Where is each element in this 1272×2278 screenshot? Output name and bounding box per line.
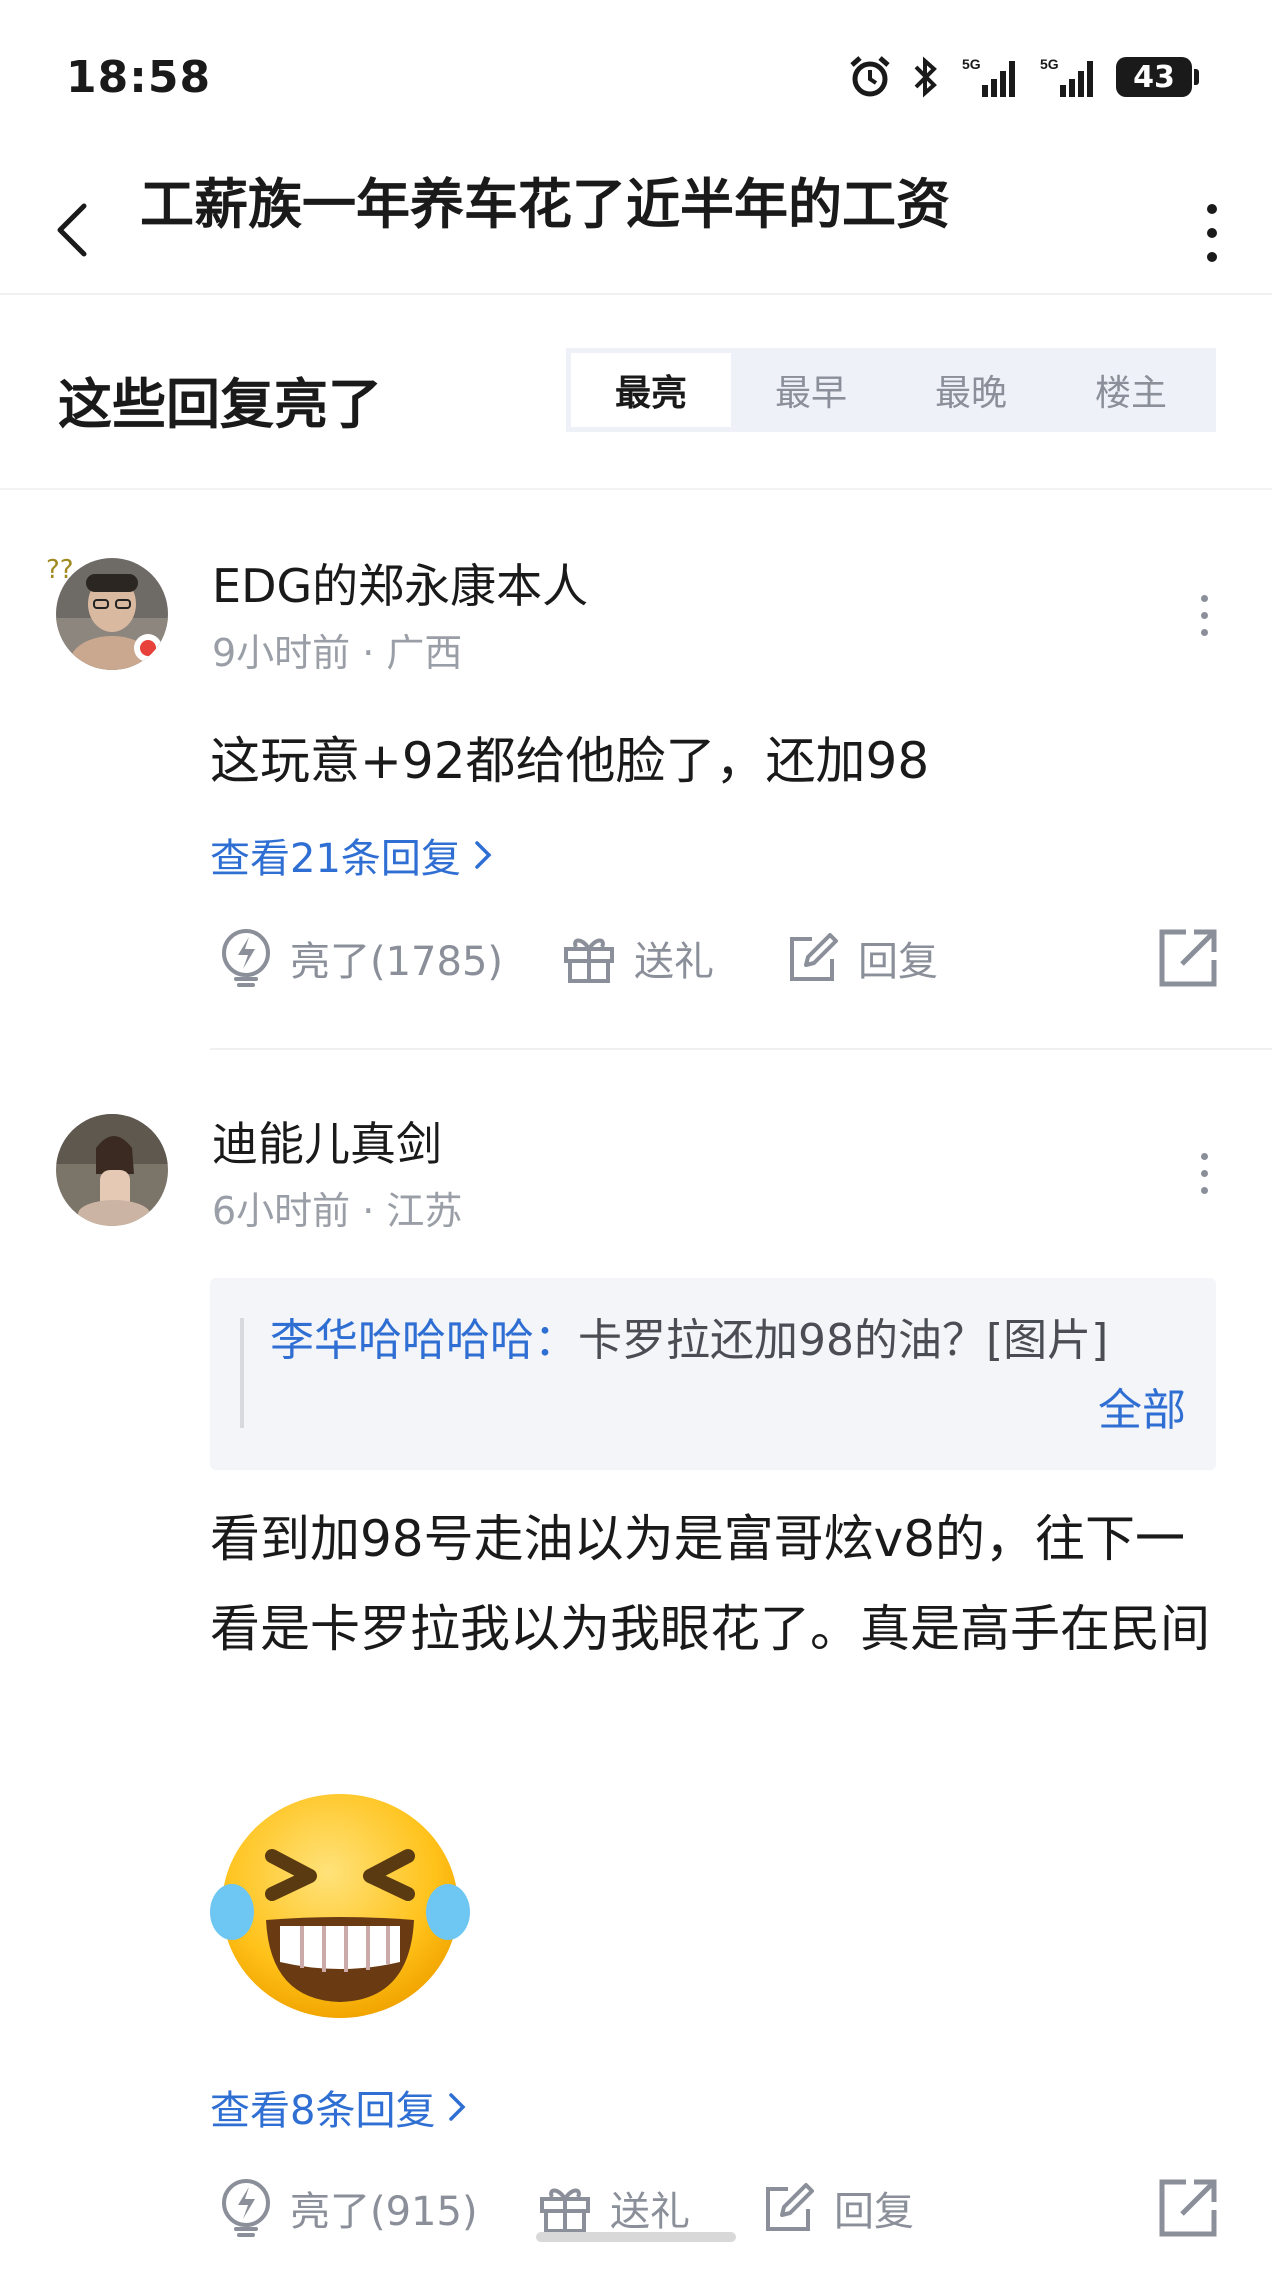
- alarm-icon: [850, 56, 890, 97]
- page-title: 工薪族一年养车花了近半年的工资: [140, 173, 950, 236]
- chevron-right-icon: [475, 841, 492, 869]
- username[interactable]: 迪能儿真剑: [212, 1108, 442, 1174]
- lightning-bulb-icon: [222, 2179, 270, 2237]
- reply-label: 回复: [858, 939, 938, 985]
- gift-icon: [540, 2188, 590, 2233]
- comment-content: 这玩意+92都给他脸了，还加98: [210, 732, 930, 790]
- bluetooth-icon: [914, 56, 937, 98]
- tab-op-only[interactable]: 楼主: [1051, 353, 1211, 427]
- view-replies-link[interactable]: 查看21条回复: [210, 826, 495, 884]
- section-title: 这些回复亮了: [58, 373, 382, 436]
- edit-icon: [766, 2183, 814, 2231]
- dot-icon: [1200, 628, 1208, 636]
- tab-earliest[interactable]: 最早: [731, 353, 891, 427]
- like-button[interactable]: 亮了(915): [218, 2168, 478, 2248]
- reply-label: 回复: [834, 2189, 914, 2235]
- quoted-reply[interactable]: 李华哈哈哈哈：卡罗拉还加98的油？[图片] 全部: [210, 1278, 1216, 1470]
- dot-icon: [1200, 1186, 1208, 1194]
- share-icon[interactable]: [1156, 2176, 1220, 2240]
- gift-button[interactable]: 送礼: [560, 918, 714, 998]
- comment-more-button[interactable]: [1184, 575, 1224, 655]
- view-replies-label: 查看21条回复: [210, 836, 461, 882]
- network-label-1: 5G: [962, 56, 981, 72]
- back-button[interactable]: [40, 190, 110, 270]
- edit-icon: [790, 933, 838, 981]
- tab-brightest[interactable]: 最亮: [571, 353, 731, 427]
- view-replies-link[interactable]: 查看8条回复: [210, 2078, 469, 2136]
- signal-icon-1: 5G: [962, 56, 1015, 97]
- comment-more-button[interactable]: [1184, 1133, 1224, 1213]
- comment-content: 看到加98号走油以为是富哥炫v8的，往下一看是卡罗拉我以为我眼花了。真是高手在民…: [210, 1510, 1210, 1658]
- status-icons: 5G 5G 43: [848, 52, 1199, 102]
- quote-bar: [240, 1318, 244, 1428]
- username[interactable]: EDG的郑永康本人: [212, 550, 588, 616]
- gift-icon: [564, 938, 614, 983]
- reply-button[interactable]: 回复: [784, 918, 938, 998]
- avatar[interactable]: [56, 1114, 168, 1226]
- svg-text:??: ??: [46, 555, 74, 585]
- dot-icon: [1207, 203, 1217, 214]
- home-indicator[interactable]: [536, 2232, 736, 2242]
- chevron-left-icon: [57, 203, 87, 257]
- network-label-2: 5G: [1040, 56, 1059, 72]
- view-replies-label: 查看8条回复: [210, 2088, 436, 2134]
- quote-text: 李华哈哈哈哈：卡罗拉还加98的油？[图片]: [270, 1306, 1180, 1376]
- comment-actions: 亮了(1785) 送礼 回复: [210, 918, 1220, 998]
- like-label: 亮了(1785): [290, 939, 504, 985]
- reply-button[interactable]: 回复: [760, 2168, 914, 2248]
- sort-tabs: 最亮 最早 最晚 楼主: [566, 348, 1216, 432]
- status-time: 18:58: [66, 52, 212, 103]
- divider: [0, 488, 1272, 490]
- more-options-button[interactable]: [1182, 185, 1242, 280]
- signal-icon-2: 5G: [1040, 56, 1093, 97]
- dot-icon: [1207, 251, 1217, 262]
- quote-expand-link[interactable]: 全部: [1098, 1376, 1186, 1446]
- status-bar: 18:58 5G 5G 43: [0, 0, 1272, 150]
- laughing-tears-emoji: [210, 1794, 470, 2018]
- tab-latest[interactable]: 最晚: [891, 353, 1051, 427]
- like-button[interactable]: 亮了(1785): [218, 918, 503, 998]
- battery-icon: 43: [1116, 57, 1199, 97]
- quote-body: 卡罗拉还加98的油？[图片]: [578, 1315, 1109, 1366]
- question-marks-icon: ??: [46, 555, 74, 585]
- comment-divider: [210, 1048, 1272, 1050]
- chevron-right-icon: [449, 2093, 466, 2121]
- quote-author[interactable]: 李华哈哈哈哈：: [270, 1315, 578, 1366]
- dot-icon: [1200, 1169, 1208, 1177]
- like-label: 亮了(915): [290, 2189, 478, 2235]
- share-icon[interactable]: [1156, 926, 1220, 990]
- gift-label: 送礼: [634, 939, 714, 985]
- dot-icon: [1200, 611, 1208, 619]
- dot-icon: [1200, 594, 1208, 602]
- comment-meta: 9小时前 · 广西: [212, 631, 463, 675]
- comment-meta: 6小时前 · 江苏: [212, 1189, 463, 1233]
- dot-icon: [1207, 227, 1217, 238]
- gift-label: 送礼: [610, 2189, 690, 2235]
- lightning-bulb-icon: [222, 929, 270, 987]
- dot-icon: [1200, 1152, 1208, 1160]
